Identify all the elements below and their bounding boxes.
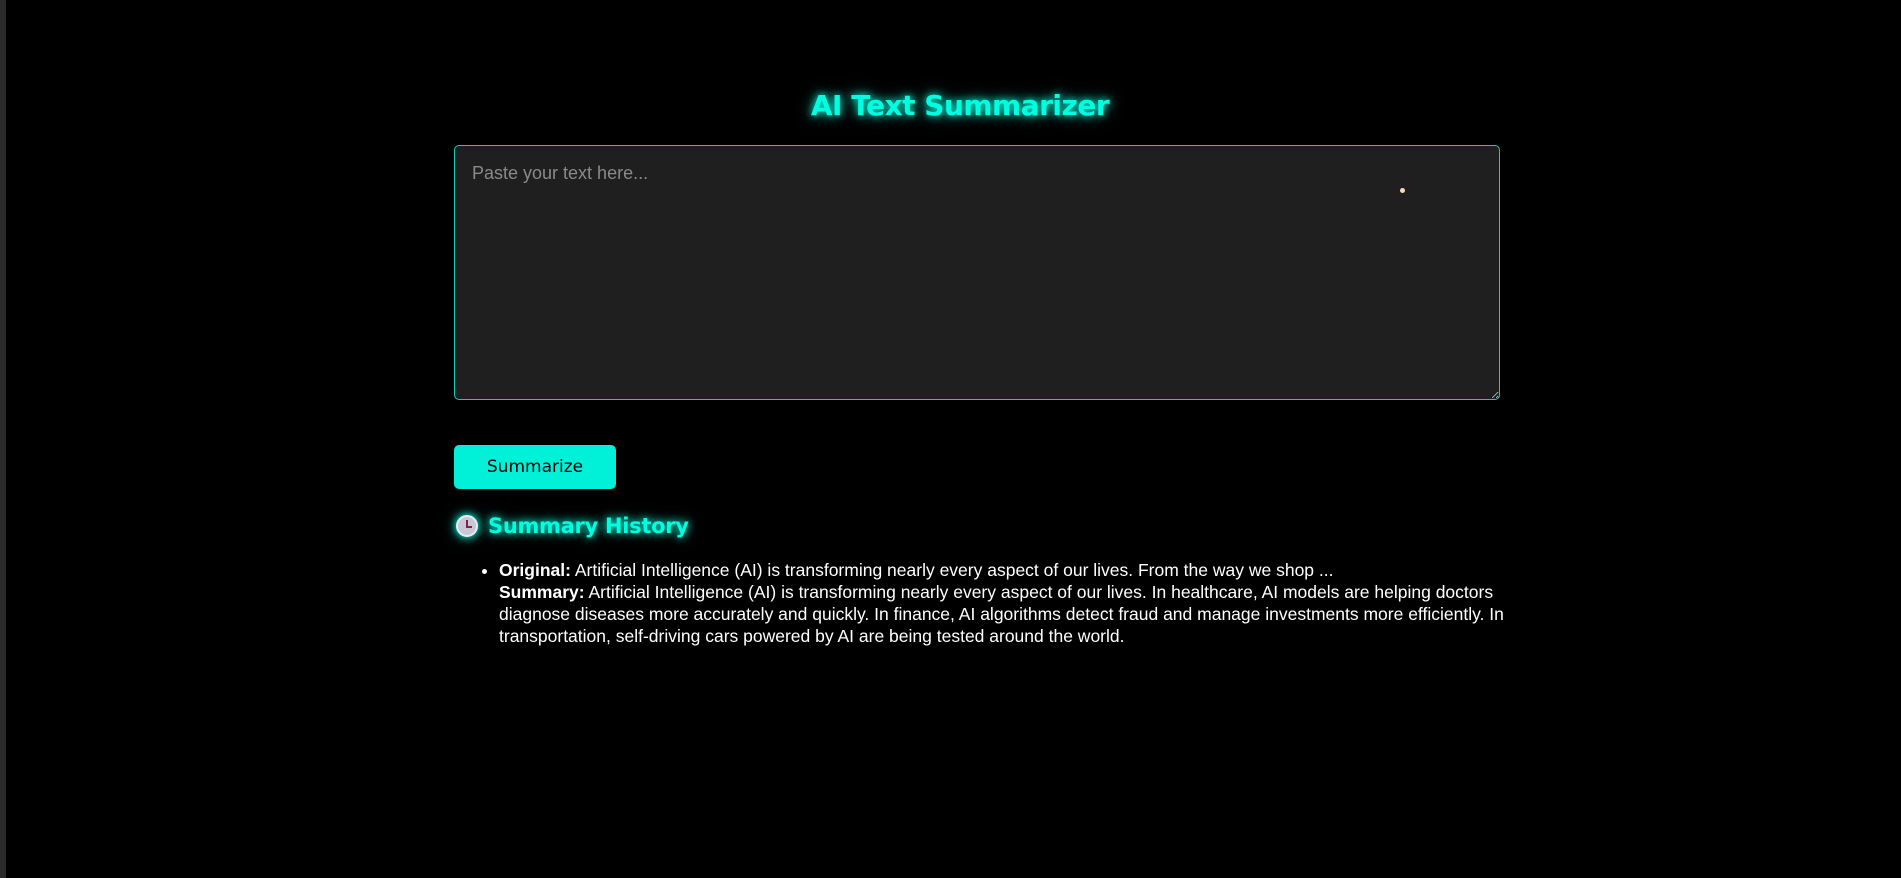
summary-label: Summary:	[499, 582, 585, 602]
mouse-cursor	[1400, 188, 1405, 193]
history-title: Summary History	[488, 514, 689, 538]
history-item: Original: Artificial Intelligence (AI) i…	[499, 559, 1519, 647]
window-edge	[0, 0, 6, 878]
history-heading: Summary History	[454, 510, 689, 542]
original-label: Original:	[499, 560, 571, 580]
clock-icon	[456, 515, 478, 537]
page-title: AI Text Summarizer	[810, 89, 1110, 122]
history-list: Original: Artificial Intelligence (AI) i…	[454, 559, 1519, 647]
summarize-button[interactable]: Summarize	[454, 445, 616, 489]
summary-text: Artificial Intelligence (AI) is transfor…	[499, 582, 1504, 646]
text-input[interactable]	[454, 145, 1500, 400]
original-text: Artificial Intelligence (AI) is transfor…	[574, 560, 1334, 580]
